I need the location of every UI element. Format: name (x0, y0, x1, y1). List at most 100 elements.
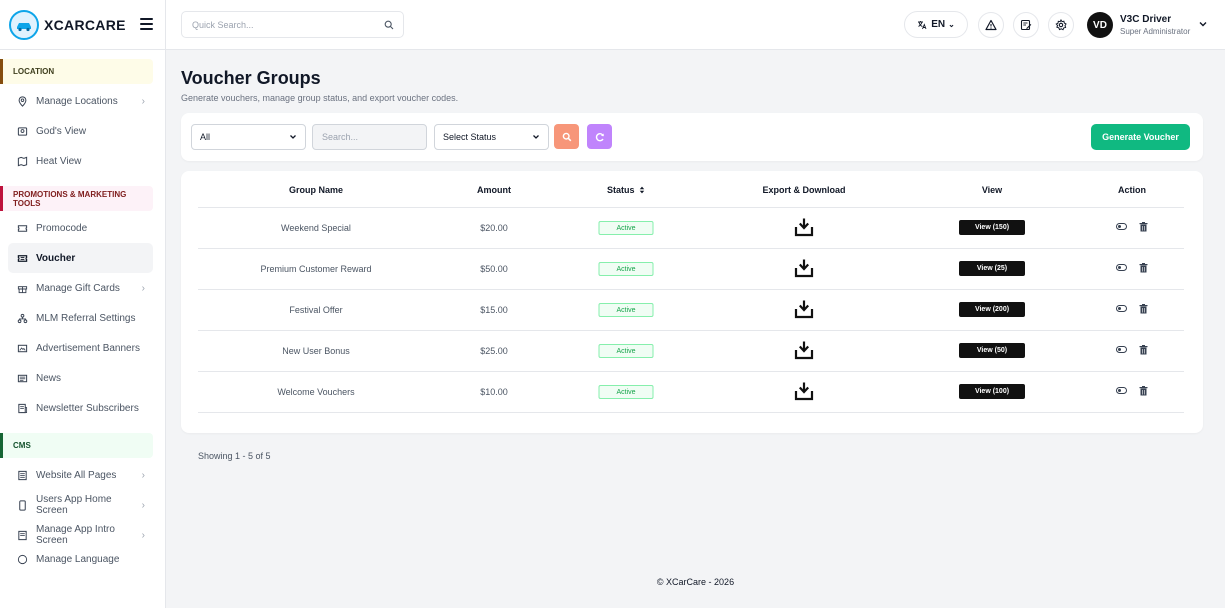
generate-voucher-button[interactable]: Generate Voucher (1091, 124, 1190, 150)
chevron-down-icon (533, 135, 539, 139)
quick-search[interactable] (181, 11, 404, 38)
quick-search-input[interactable] (192, 19, 372, 30)
refresh-button[interactable] (587, 124, 612, 149)
settings-button[interactable] (1048, 12, 1074, 38)
footer: © XCarCare - 2026 (656, 577, 735, 587)
sidebar-item-news[interactable]: News (8, 363, 153, 393)
trash-icon[interactable] (1139, 386, 1148, 396)
download-icon[interactable] (794, 217, 814, 237)
sidebar-item-newsletter-subscribers[interactable]: Newsletter Subscribers (8, 393, 153, 423)
warning-icon (985, 19, 997, 31)
status-select[interactable]: Select Status (434, 124, 549, 150)
sidebar-item-mlm-referral[interactable]: MLM Referral Settings (8, 303, 153, 333)
status-toggle-icon[interactable] (1116, 264, 1127, 271)
cell-amount: $50.00 (480, 264, 508, 274)
download-icon[interactable] (794, 340, 814, 360)
sidebar-item-manage-language[interactable]: Manage Language (8, 544, 153, 574)
download-icon[interactable] (794, 258, 814, 278)
sidebar-item-heat-view[interactable]: Heat View (8, 146, 153, 176)
view-codes-button[interactable]: View (100) (959, 384, 1025, 399)
map-pin-icon (16, 95, 28, 107)
topbar: EN ⌄ VD V3C Driver Super Administrator (166, 0, 1225, 50)
sidebar-item-label: MLM Referral Settings (36, 312, 136, 324)
filter-search[interactable] (312, 124, 427, 150)
status-toggle-icon[interactable] (1116, 387, 1127, 394)
view-codes-button[interactable]: View (150) (959, 220, 1025, 235)
status-badge: Active (598, 344, 654, 358)
sidebar-item-users-app-home[interactable]: Users App Home Screen › (8, 490, 153, 520)
view-codes-button[interactable]: View (200) (959, 302, 1025, 317)
notes-button[interactable] (1013, 12, 1039, 38)
heat-map-icon (16, 155, 28, 167)
user-name: V3C Driver (1120, 14, 1172, 25)
chevron-down-icon[interactable] (1198, 19, 1208, 29)
view-codes-button[interactable]: View (25) (959, 261, 1025, 276)
col-status-label: Status (606, 185, 635, 195)
search-icon (562, 132, 571, 141)
col-action: Action (1118, 185, 1146, 195)
ticket-icon (16, 222, 28, 234)
sidebar-item-manage-locations[interactable]: Manage Locations › (8, 86, 153, 116)
download-icon[interactable] (794, 299, 814, 319)
chevron-down-icon: ⌄ (948, 20, 955, 29)
newsletter-icon (16, 402, 28, 414)
sidebar-item-gods-view[interactable]: God's View (8, 116, 153, 146)
sidebar-item-label: Manage App Intro Screen (36, 524, 115, 546)
avatar[interactable]: VD (1087, 12, 1113, 38)
cell-amount: $20.00 (480, 223, 508, 233)
table-row: Weekend Special $20.00 Active View (150) (198, 208, 1184, 249)
brand-logo-icon (9, 9, 39, 40)
page-title: Voucher Groups (181, 68, 321, 88)
sidebar-item-label: Manage Gift Cards (36, 282, 120, 294)
trash-icon[interactable] (1139, 304, 1148, 314)
language-label: EN (931, 19, 946, 30)
cell-amount: $10.00 (480, 387, 508, 397)
alert-button[interactable] (978, 12, 1004, 38)
filter-search-input[interactable] (322, 132, 422, 142)
chevron-right-icon: › (141, 530, 145, 541)
view-codes-button[interactable]: View (50) (959, 343, 1025, 358)
search-button[interactable] (554, 124, 579, 149)
user-role: Super Administrator (1120, 27, 1191, 36)
trash-icon[interactable] (1139, 263, 1148, 273)
sidebar-item-gift-cards[interactable]: Manage Gift Cards › (8, 273, 153, 303)
sidebar-item-promocode[interactable]: Promocode (8, 213, 153, 243)
sidebar-item-advertisement-banners[interactable]: Advertisement Banners (8, 333, 153, 363)
menu-toggle-icon[interactable] (140, 17, 153, 31)
status-select-value: Select Status (443, 132, 497, 142)
gear-icon (1055, 19, 1067, 31)
section-promotions: PROMOTIONS & MARKETING TOOLS (0, 186, 153, 211)
trash-icon[interactable] (1139, 222, 1148, 232)
status-toggle-icon[interactable] (1116, 305, 1127, 312)
sort-icon (639, 186, 645, 194)
network-icon (16, 312, 28, 324)
col-status[interactable]: Status (607, 185, 645, 195)
status-toggle-icon[interactable] (1116, 223, 1127, 230)
cell-amount: $25.00 (480, 346, 508, 356)
voucher-table: Group Name Amount Status Export & Downlo… (181, 171, 1203, 433)
intro-icon (16, 529, 28, 541)
table-row: Welcome Vouchers $10.00 Active View (100) (198, 372, 1184, 413)
sidebar-item-website-pages[interactable]: Website All Pages › (8, 460, 153, 490)
search-icon[interactable] (384, 20, 394, 30)
cell-group-name: Welcome Vouchers (277, 387, 355, 397)
sidebar-item-label: Newsletter Subscribers (36, 402, 139, 414)
section-location: LOCATION (0, 59, 153, 84)
trash-icon[interactable] (1139, 345, 1148, 355)
gift-icon (16, 282, 28, 294)
status-toggle-icon[interactable] (1116, 346, 1127, 353)
sidebar-item-label: Promocode (36, 222, 88, 234)
translate-icon (918, 20, 927, 29)
sidebar-item-label: News (36, 372, 62, 384)
sidebar-item-label: Manage Locations (36, 95, 118, 107)
page-subtitle: Generate vouchers, manage group status, … (181, 93, 459, 103)
language-selector[interactable]: EN ⌄ (904, 11, 968, 38)
type-select[interactable]: All (191, 124, 306, 150)
download-icon[interactable] (794, 381, 814, 401)
sidebar-item-label: Voucher (36, 252, 76, 264)
cell-group-name: Festival Offer (289, 305, 343, 315)
status-badge: Active (598, 385, 654, 399)
sidebar-item-voucher[interactable]: Voucher (8, 243, 153, 273)
chevron-right-icon: › (141, 470, 145, 481)
pages-icon (16, 469, 28, 481)
